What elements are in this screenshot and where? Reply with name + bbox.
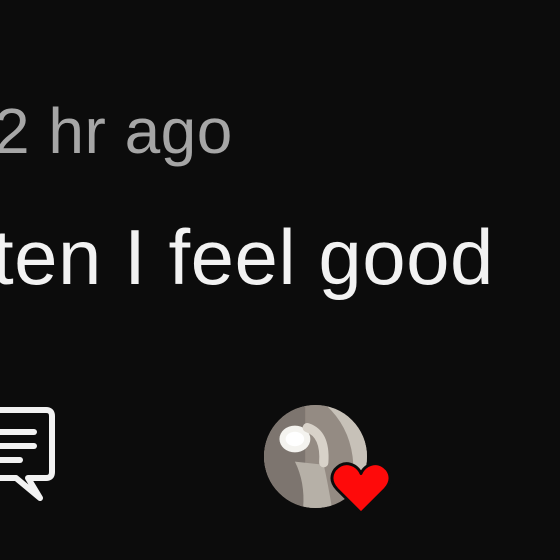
comment-view: 2 hr ago ten I feel good bbox=[0, 0, 560, 560]
heart-icon bbox=[330, 459, 392, 517]
creator-liked-indicator[interactable] bbox=[264, 405, 394, 517]
comment-timestamp: 2 hr ago bbox=[0, 95, 233, 167]
reply-button[interactable] bbox=[0, 402, 60, 506]
comment-bubble-icon bbox=[0, 407, 55, 501]
comment-body: ten I feel good bbox=[0, 213, 494, 301]
